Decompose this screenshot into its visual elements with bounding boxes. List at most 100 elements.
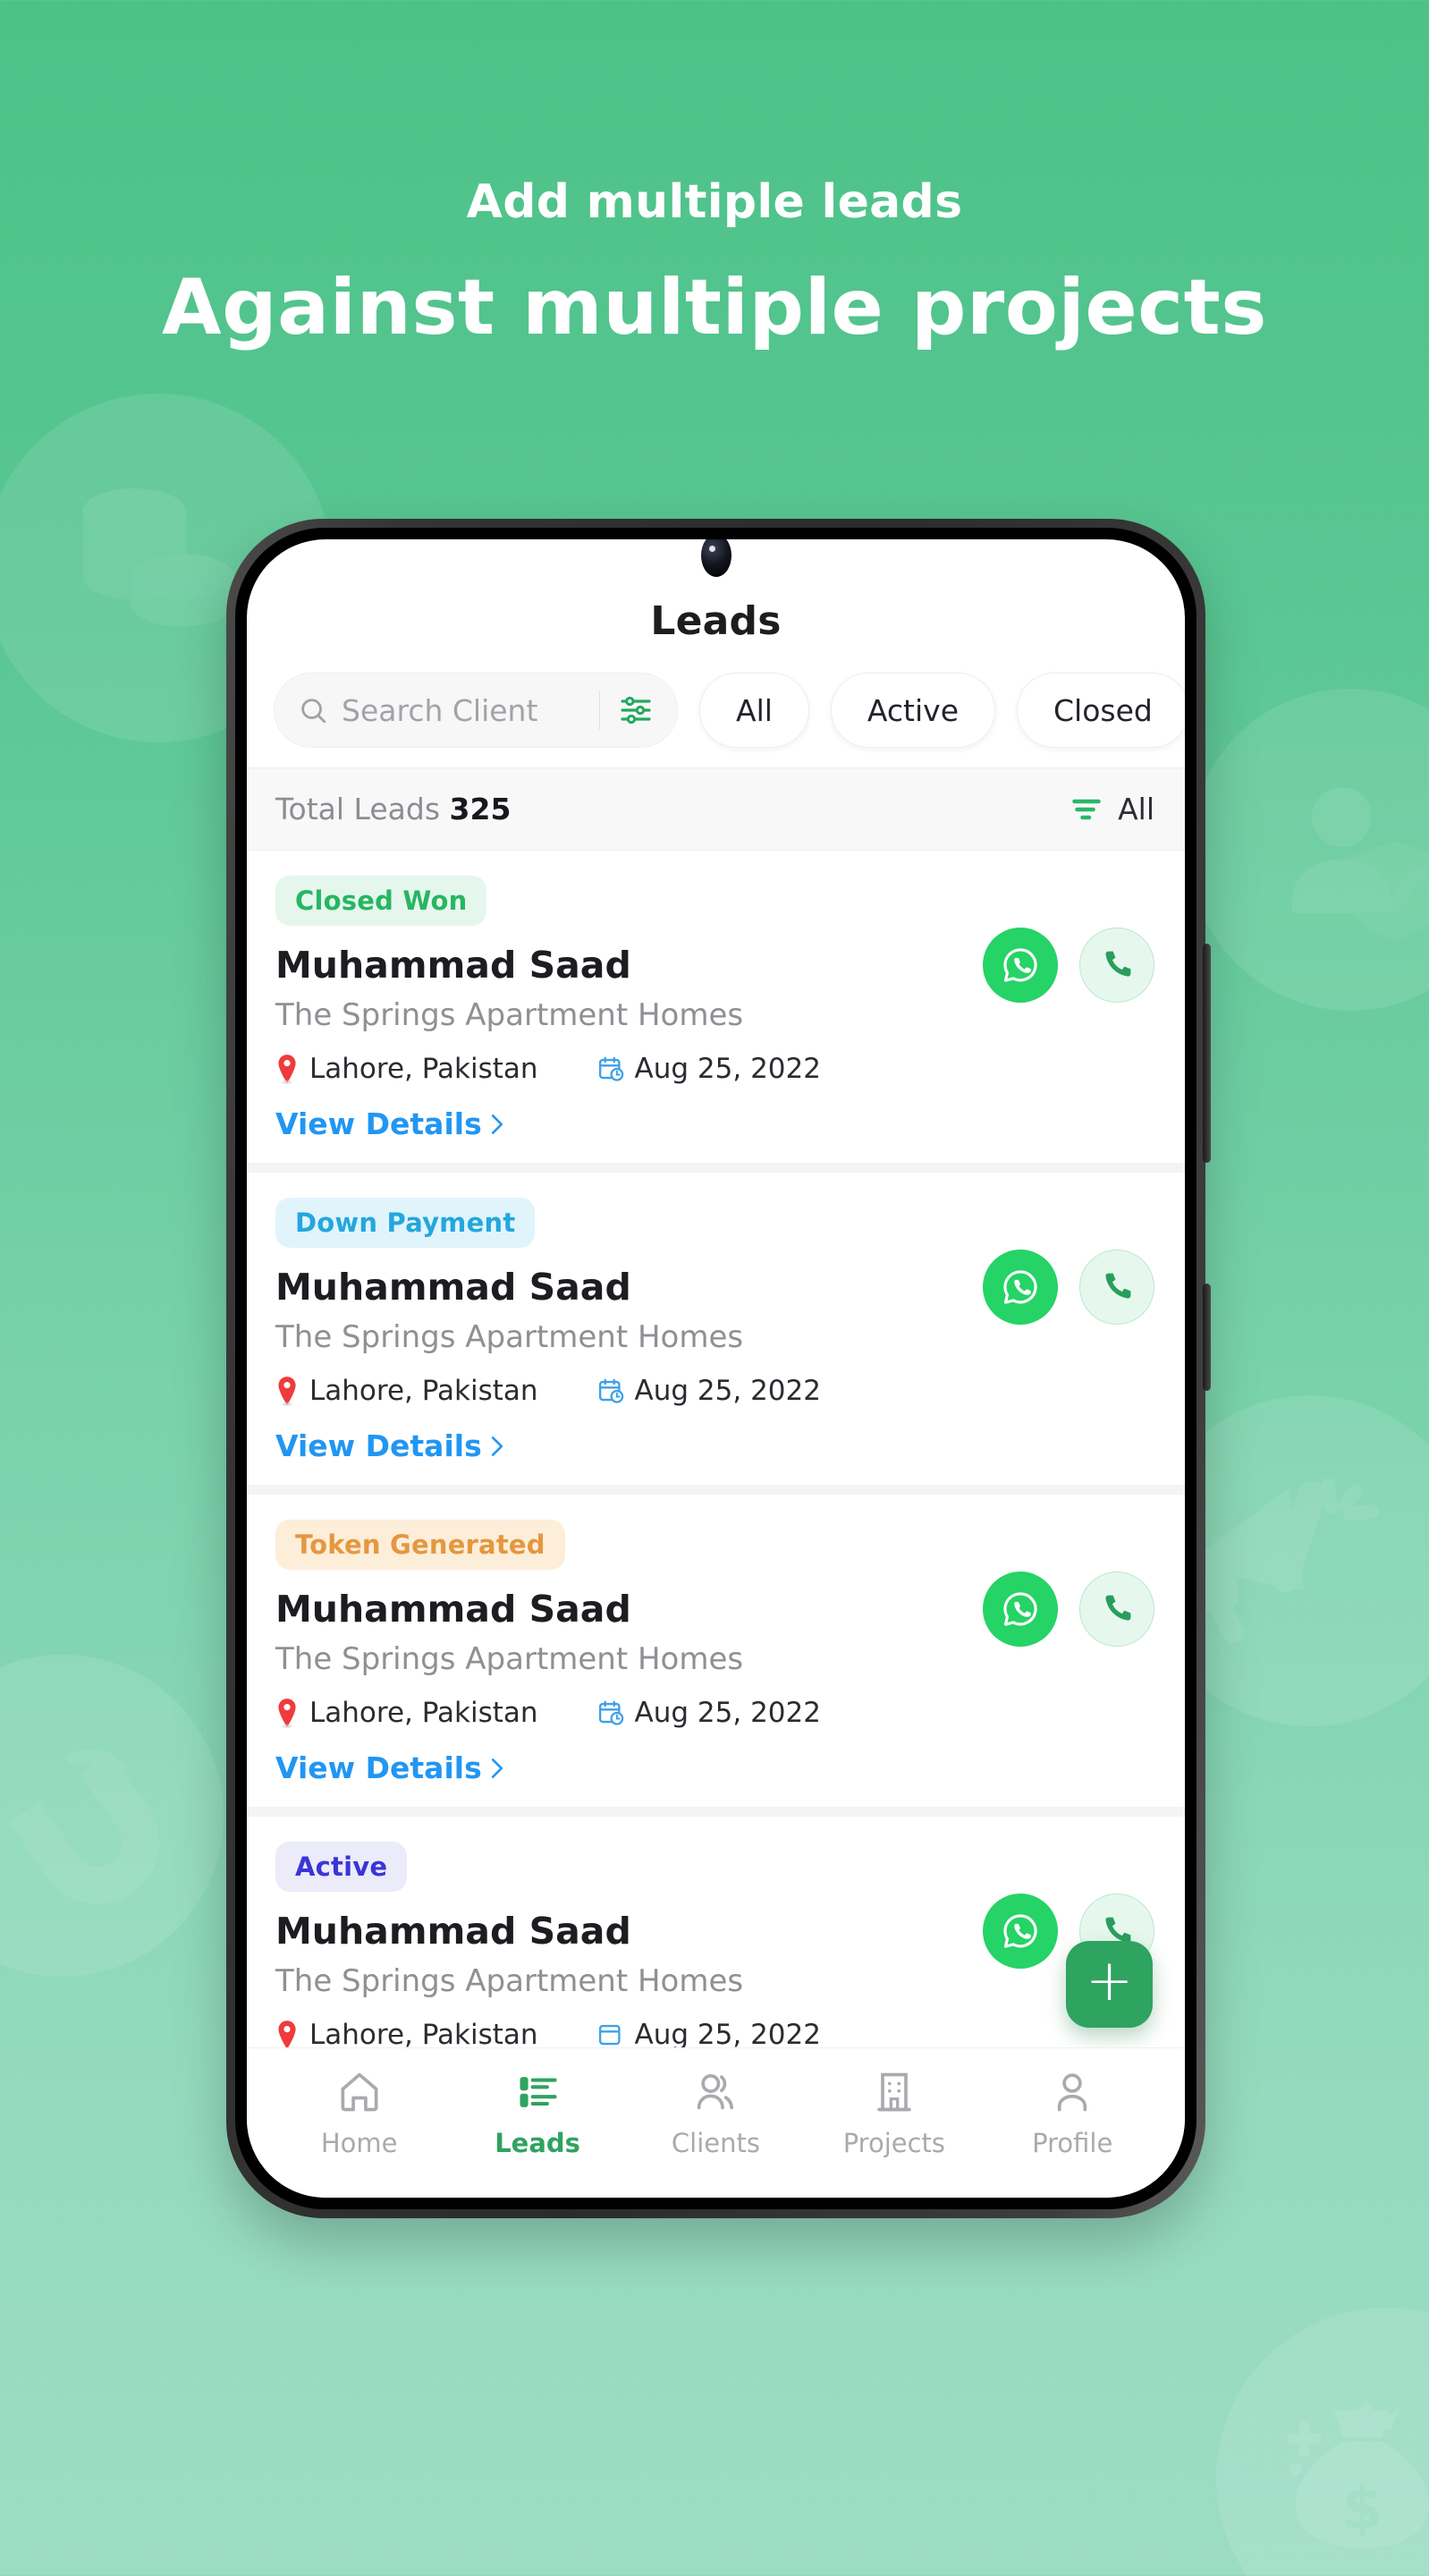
filter-chip-all[interactable]: All [699,673,809,748]
nav-label-profile: Profile [1032,2127,1113,2158]
plus-icon: + [1085,1948,1134,2014]
totals-bar: Total Leads 325 All [247,767,1185,851]
calendar-clock-icon [598,2024,621,2046]
whatsapp-button[interactable] [983,1250,1058,1325]
lead-project: The Springs Apartment Homes [275,1963,744,1999]
promo-headline: Against multiple projects [162,263,1267,352]
whatsapp-icon [1003,1270,1037,1304]
status-badge: Closed Won [275,876,487,926]
users-icon [698,2073,734,2109]
lead-date-text: Aug 25, 2022 [634,1053,821,1085]
lead-card[interactable]: Closed Won Muhammad Saad The Springs Apa… [247,851,1185,1163]
whatsapp-icon [1003,948,1037,982]
nav-item-leads[interactable]: Leads [459,2069,616,2158]
sort-label: All [1118,792,1154,826]
filter-chip-closed[interactable]: Closed [1017,673,1185,748]
lead-location: Lahore, Pakistan [275,1375,538,1407]
lead-date-text: Aug 25, 2022 [634,1375,821,1407]
sort-filter-icon [1072,799,1101,819]
view-details-link[interactable]: View Details [275,1106,1156,1141]
view-details-label: View Details [275,1428,482,1463]
map-pin-icon [278,1377,296,1406]
lead-card[interactable]: Token Generated Muhammad Saad The Spring… [247,1485,1185,1807]
add-lead-fab[interactable]: + [1066,1941,1153,2028]
lead-actions [983,1572,1154,1647]
call-button[interactable] [1079,1250,1154,1325]
call-button[interactable] [1079,928,1154,1003]
calendar-clock-icon [598,1378,623,1403]
lead-meta-row: Lahore, Pakistan Aug 25, 2022 [275,1697,1156,1729]
sliders-filter-icon[interactable] [618,692,654,728]
decoration-blob-magnet [0,1655,224,1977]
search-and-filter-row: Search Client All Active Closed [247,644,1185,767]
user-shield-icon [1291,787,1429,942]
phone-icon [1105,1273,1131,1299]
phone-icon [1105,951,1131,977]
lead-card[interactable]: Down Payment Muhammad Saad The Springs A… [247,1163,1185,1485]
lead-date: Aug 25, 2022 [597,1053,821,1085]
calendar-clock-icon [598,1700,623,1725]
phone-mockup: Leads Search Client All Active Closed To… [226,519,1211,2218]
nav-item-home[interactable]: Home [281,2069,438,2158]
whatsapp-button[interactable] [983,1894,1058,1969]
home-icon [341,2072,378,2111]
view-details-link[interactable]: View Details [275,1750,1156,1785]
building-icon [877,2072,911,2111]
total-leads-label: Total Leads 325 [275,792,511,826]
search-input[interactable]: Search Client [274,673,678,748]
lead-card[interactable]: Active Muhammad Saad The Springs Apartme… [247,1807,1185,2072]
view-details-label: View Details [275,1750,482,1785]
app-scroll-area[interactable]: Leads Search Client All Active Closed To… [247,539,1185,2198]
list-icon [520,2076,557,2107]
status-badge: Active [275,1842,408,1892]
magnet-icon [8,1750,160,1904]
nav-label-projects: Projects [842,2127,946,2158]
lead-date: Aug 25, 2022 [597,1375,821,1407]
nav-label-clients: Clients [671,2127,760,2158]
decoration-blob-user-shield [1189,689,1429,1011]
lead-date-text: Aug 25, 2022 [634,2019,821,2051]
nav-item-clients[interactable]: Clients [637,2069,794,2158]
lead-location: Lahore, Pakistan [275,1053,538,1085]
money-bag-icon: $ [1287,2402,1429,2548]
phone-icon [1105,1595,1131,1621]
phone-power-button[interactable] [1203,944,1211,1163]
nav-item-projects[interactable]: Projects [816,2069,973,2158]
calendar-clock-icon [598,1056,623,1081]
svg-text:$: $ [1341,2474,1382,2543]
search-placeholder: Search Client [342,692,538,728]
map-pin-icon [278,1055,296,1084]
lead-actions [983,928,1154,1003]
phone-bezel: Leads Search Client All Active Closed To… [235,528,1196,2209]
whatsapp-button[interactable] [983,928,1058,1003]
lead-date: Aug 25, 2022 [597,2019,821,2051]
total-leads-count: 325 [449,792,512,826]
promo-header: Add multiple leads Against multiple proj… [0,0,1429,352]
lead-location-text: Lahore, Pakistan [309,2019,538,2051]
lead-project: The Springs Apartment Homes [275,1641,744,1677]
lead-meta-row: Lahore, Pakistan Aug 25, 2022 [275,1375,1156,1407]
lead-date: Aug 25, 2022 [597,1697,821,1729]
chevron-right-icon [491,1436,503,1456]
lead-location-text: Lahore, Pakistan [309,1053,538,1085]
nav-item-profile[interactable]: Profile [994,2069,1151,2158]
whatsapp-icon [1003,1914,1037,1948]
bottom-navigation: Home Leads Clients Projects Profile [247,2047,1185,2198]
whatsapp-button[interactable] [983,1572,1058,1647]
call-button[interactable] [1079,1572,1154,1647]
lead-actions [983,1250,1154,1325]
person-icon [1058,2072,1087,2111]
total-leads-text: Total Leads [275,792,441,826]
sort-control[interactable]: All [1070,792,1154,826]
view-details-label: View Details [275,1106,482,1141]
decoration-blob-money-bag: $ [1216,2308,1429,2576]
nav-label-home: Home [320,2127,398,2158]
filter-chip-active[interactable]: Active [830,673,995,748]
lead-location-text: Lahore, Pakistan [309,1697,538,1729]
lead-location-text: Lahore, Pakistan [309,1375,538,1407]
lead-project: The Springs Apartment Homes [275,997,744,1033]
lead-project: The Springs Apartment Homes [275,1319,744,1355]
phone-volume-button[interactable] [1203,1284,1211,1391]
chevron-right-icon [491,1114,503,1134]
view-details-link[interactable]: View Details [275,1428,1156,1463]
